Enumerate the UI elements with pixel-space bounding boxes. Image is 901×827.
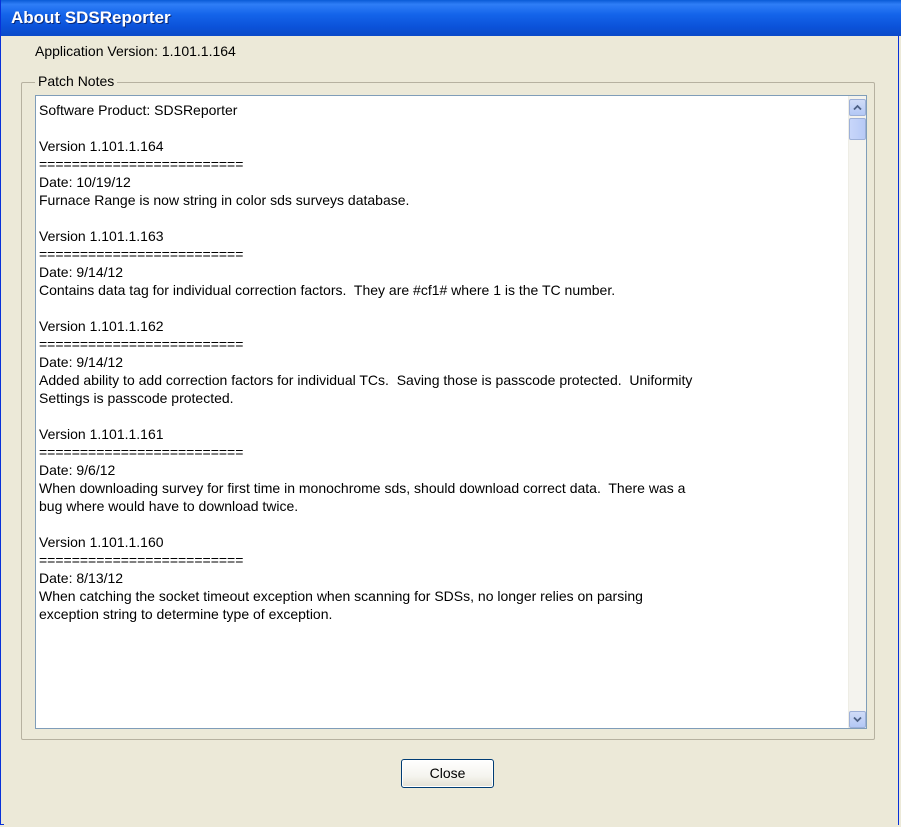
chevron-down-icon <box>853 716 862 723</box>
patch-notes-legend: Patch Notes <box>35 73 118 89</box>
about-dialog: About SDSReporter Application Version: 1… <box>0 0 901 825</box>
vertical-scrollbar[interactable] <box>848 96 866 728</box>
scroll-up-button[interactable] <box>849 99 866 116</box>
chevron-up-icon <box>853 104 862 111</box>
close-button[interactable]: Close <box>401 759 494 788</box>
window-title: About SDSReporter <box>11 8 171 27</box>
patch-notes-textarea[interactable]: Software Product: SDSReporter Version 1.… <box>35 95 867 729</box>
patch-notes-text: Software Product: SDSReporter Version 1.… <box>39 102 693 622</box>
title-bar[interactable]: About SDSReporter <box>1 0 901 36</box>
scroll-down-button[interactable] <box>849 711 866 728</box>
scroll-thumb[interactable] <box>849 118 866 140</box>
application-version: Application Version: 1.101.1.164 <box>35 43 236 59</box>
